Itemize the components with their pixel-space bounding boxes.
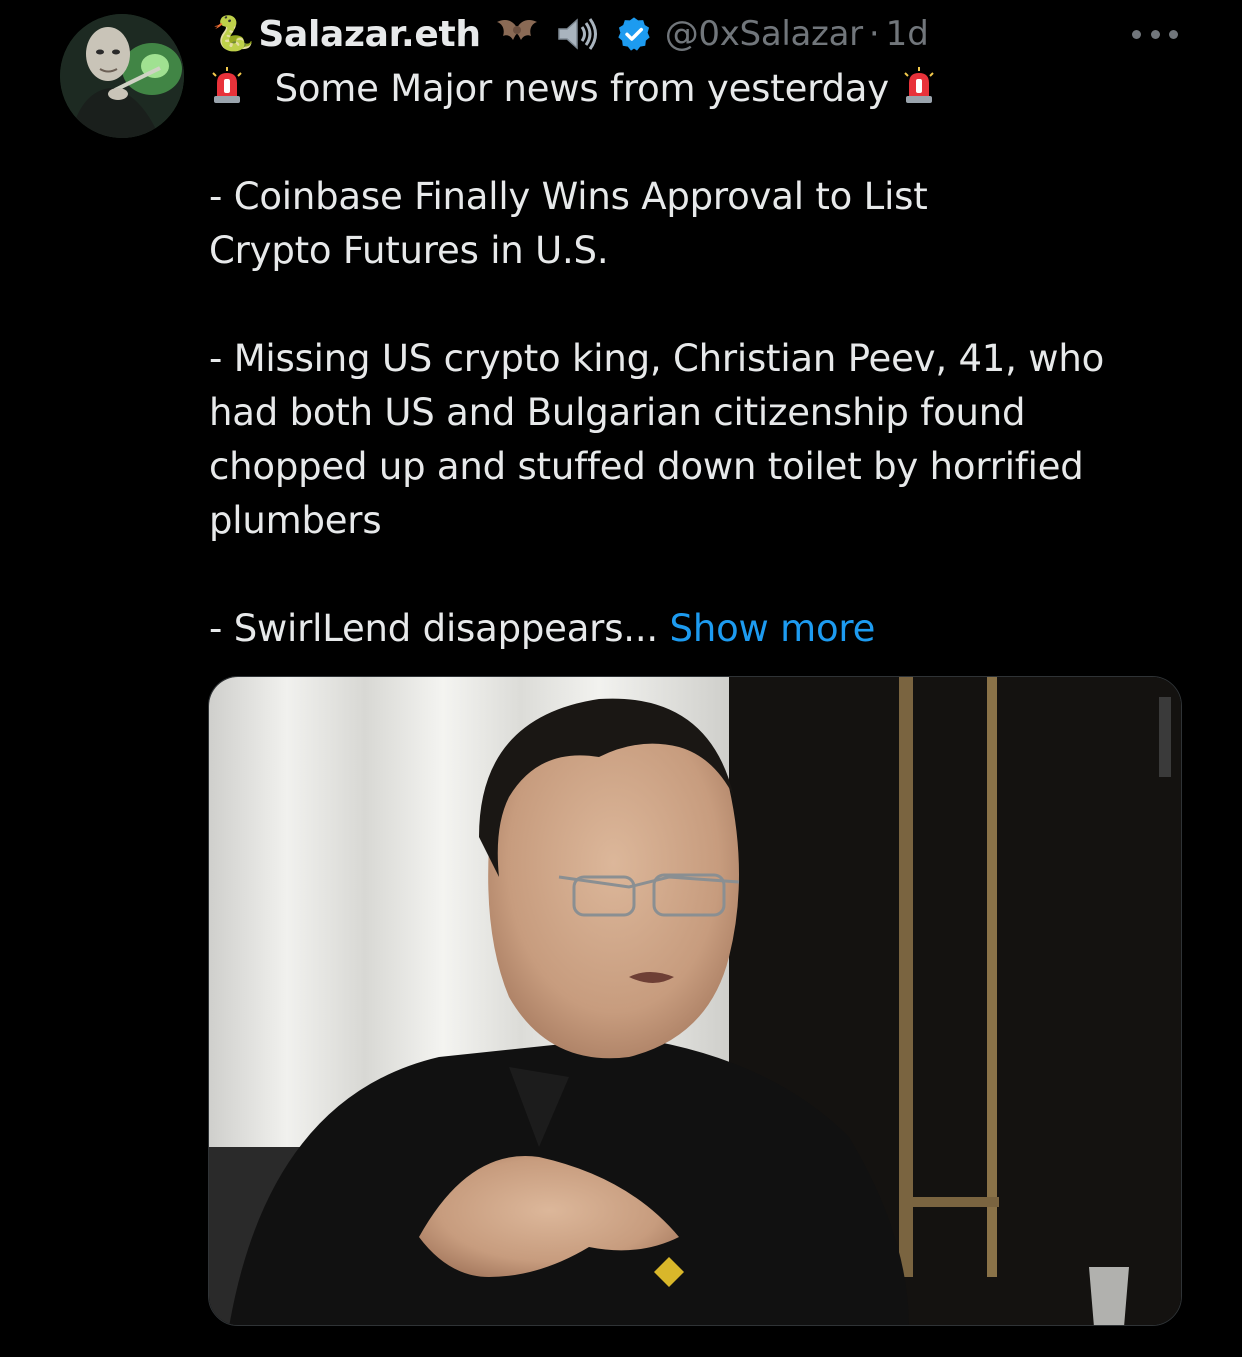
tweet[interactable]: 🐍 Salazar.eth @0xSalazar · 1d Some Major…	[0, 0, 1242, 1357]
verified-badge-icon[interactable]	[615, 15, 653, 53]
tweet-actions-partial	[0, 1346, 1242, 1357]
bat-emoji-icon	[495, 14, 539, 54]
tweet-headline: Some Major news from yesterday	[274, 67, 890, 110]
news-item-3-text: - SwirlLend disappears...	[209, 607, 658, 650]
tweet-headline-line: Some Major news from yesterday	[209, 62, 1199, 116]
siren-emoji-icon	[903, 67, 934, 103]
news-item-2-line-1: - Missing US crypto king, Christian Peev…	[209, 337, 1105, 380]
news-item-2-line-4: plumbers	[209, 499, 382, 542]
tweet-header: 🐍 Salazar.eth @0xSalazar · 1d	[212, 10, 929, 58]
siren-emoji-icon	[212, 67, 242, 103]
show-more-link[interactable]: Show more	[670, 607, 876, 650]
photo-illustration	[209, 677, 1181, 1325]
tweet-media-image[interactable]	[208, 676, 1182, 1326]
tweet-text: Some Major news from yesterday - Coinbas…	[209, 62, 1199, 656]
author-display-name[interactable]: Salazar.eth	[258, 14, 481, 55]
news-item-1-line-1: - Coinbase Finally Wins Approval to List	[209, 175, 928, 218]
snake-emoji-icon: 🐍	[212, 14, 255, 54]
news-item-1-line-2: Crypto Futures in U.S.	[209, 229, 609, 272]
news-item-2-line-2: had both US and Bulgarian citizenship fo…	[209, 391, 1026, 434]
separator-dot: ·	[868, 14, 880, 54]
speaker-emoji-icon	[553, 14, 601, 54]
author-handle[interactable]: @0xSalazar	[665, 14, 863, 54]
news-item-3-line: - SwirlLend disappears... Show more	[209, 602, 1199, 656]
more-options-icon[interactable]	[1132, 26, 1178, 42]
avatar[interactable]	[60, 14, 184, 138]
tweet-timestamp[interactable]: 1d	[886, 14, 929, 54]
news-item-2-line-3: chopped up and stuffed down toilet by ho…	[209, 445, 1084, 488]
